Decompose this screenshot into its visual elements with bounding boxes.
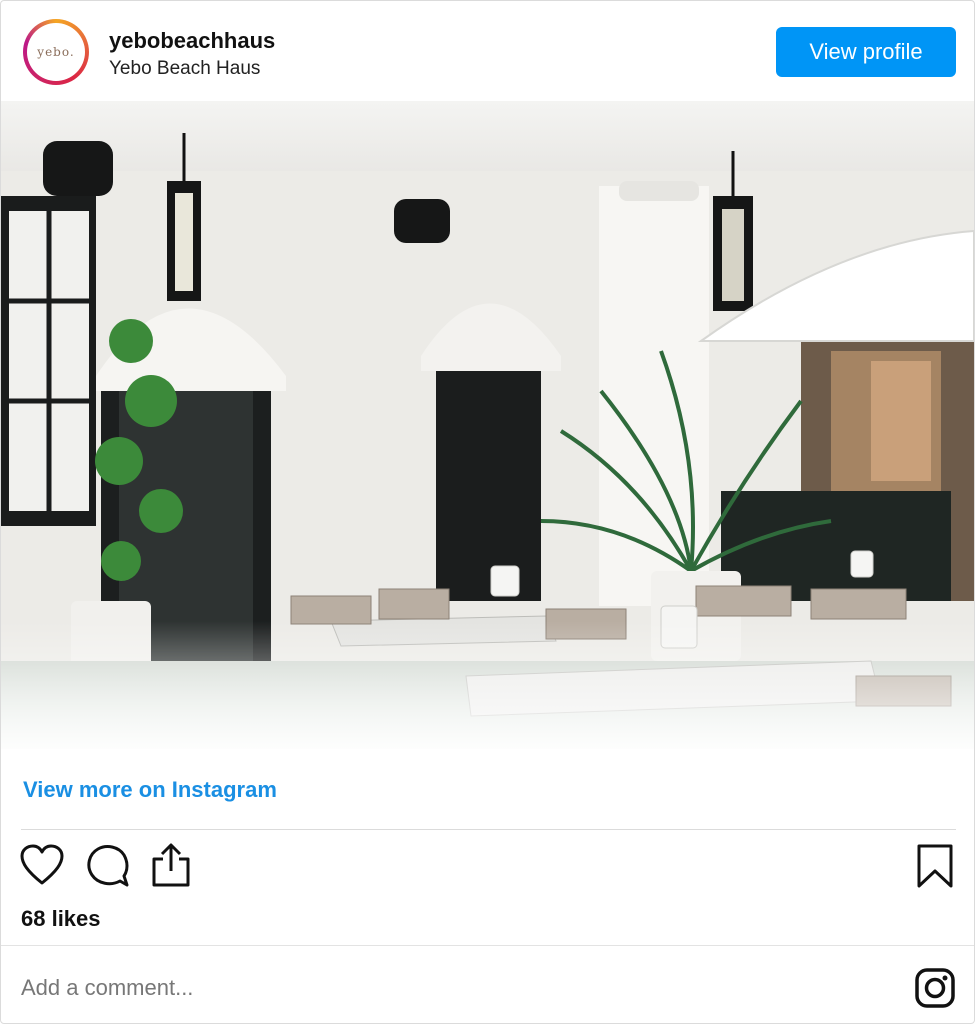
- add-comment-input[interactable]: Add a comment...: [21, 975, 193, 1001]
- post-image[interactable]: [1, 101, 974, 749]
- view-more-on-instagram-link[interactable]: View more on Instagram: [23, 777, 277, 803]
- avatar[interactable]: yebo.: [23, 19, 89, 85]
- avatar-logo-text: yebo.: [37, 45, 75, 59]
- instagram-icon[interactable]: [914, 967, 956, 1014]
- divider: [21, 829, 956, 830]
- share-icon[interactable]: [149, 841, 193, 894]
- avatar-inner: yebo.: [27, 23, 85, 81]
- view-profile-button[interactable]: View profile: [776, 27, 956, 77]
- post-header: yebo. yebobeachhaus Yebo Beach Haus View…: [1, 1, 974, 101]
- heart-icon[interactable]: [19, 843, 65, 892]
- username-link[interactable]: yebobeachhaus: [109, 28, 275, 54]
- post-photo-illustration: [1, 101, 974, 749]
- account-full-name: Yebo Beach Haus: [109, 58, 261, 79]
- divider: [1, 945, 974, 946]
- like-count: 68 likes: [21, 906, 101, 931]
- bookmark-icon[interactable]: [916, 843, 954, 894]
- instagram-embed-card: yebo. yebobeachhaus Yebo Beach Haus View…: [0, 0, 975, 1024]
- action-bar: [1, 839, 974, 899]
- comment-icon[interactable]: [84, 843, 130, 894]
